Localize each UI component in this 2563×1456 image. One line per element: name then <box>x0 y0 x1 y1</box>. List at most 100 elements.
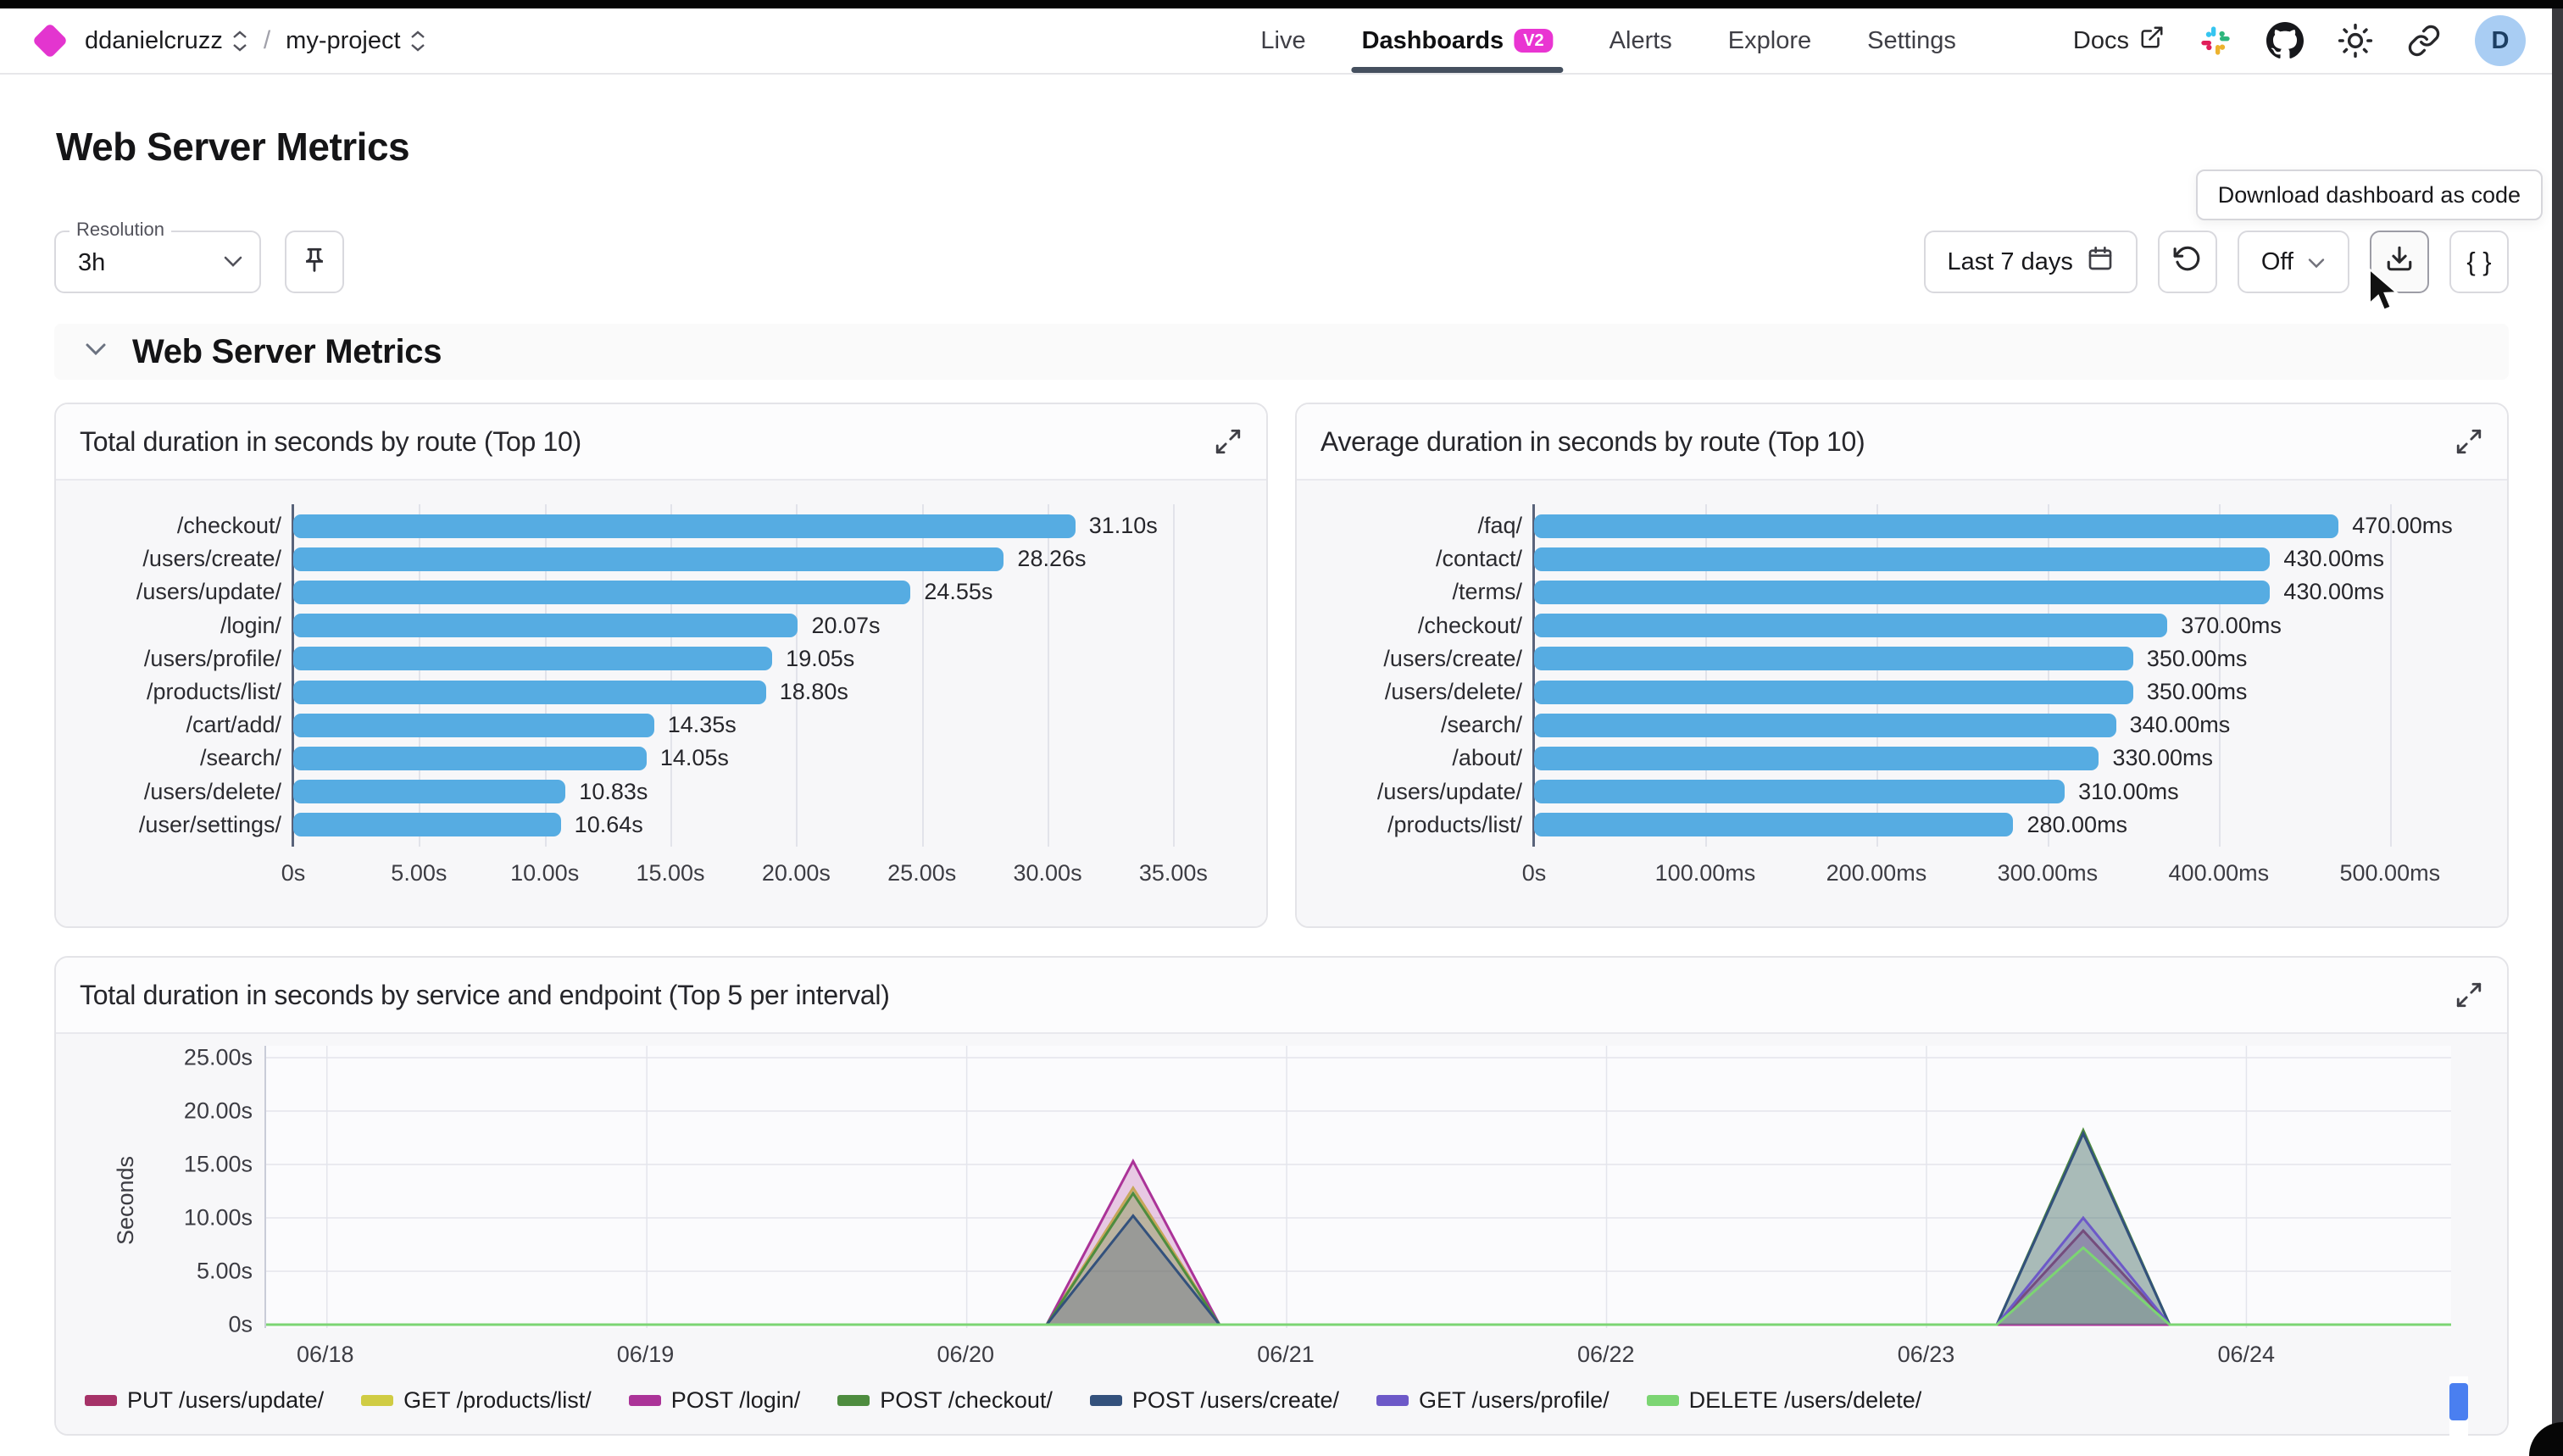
bar-value-label: 19.05s <box>786 646 854 672</box>
bar[interactable] <box>293 813 561 836</box>
bar-value-label: 430.00ms <box>2283 546 2384 572</box>
legend-item[interactable]: PUT /users/update/ <box>85 1387 324 1414</box>
panel-title: Average duration in seconds by route (To… <box>1320 426 1865 458</box>
bar[interactable] <box>293 581 910 604</box>
pin-icon <box>300 246 329 279</box>
bar[interactable] <box>1534 514 2338 538</box>
tab-dashboards[interactable]: Dashboards V2 <box>1362 8 1554 73</box>
bar[interactable] <box>1534 714 2116 737</box>
bar-row: /search/14.05s <box>293 742 1226 775</box>
bar-category-label: /login/ <box>59 613 281 639</box>
dashboard-toolbar: Resolution 3h Last 7 days Off <box>54 227 2509 293</box>
share-link-icon[interactable] <box>2407 24 2441 58</box>
expand-panel-icon[interactable] <box>2455 981 2483 1009</box>
bar-value-label: 340.00ms <box>2130 712 2231 738</box>
plot-area: /faq/470.00ms/contact/430.00ms/terms/430… <box>1534 509 2466 842</box>
bar-value-label: 14.35s <box>668 712 737 738</box>
x-tick-label: 06/23 <box>1898 1342 1955 1368</box>
tab-settings[interactable]: Settings <box>1867 8 1956 73</box>
bar[interactable] <box>1534 614 2167 637</box>
bar-category-label: /users/update/ <box>59 579 281 605</box>
legend-item[interactable]: POST /checkout/ <box>837 1387 1053 1414</box>
bar[interactable] <box>293 681 766 704</box>
legend-scrollbar-thumb[interactable] <box>2449 1383 2468 1420</box>
bar-category-label: /users/update/ <box>1300 779 1522 805</box>
bar[interactable] <box>293 780 565 803</box>
user-avatar[interactable]: D <box>2475 15 2526 66</box>
expand-panel-icon[interactable] <box>2455 427 2483 456</box>
y-tick-label: 5.00s <box>197 1259 253 1285</box>
bar-category-label: /contact/ <box>1300 546 1522 572</box>
github-icon[interactable] <box>2266 22 2304 59</box>
area-chart-canvas[interactable] <box>266 1046 2451 1328</box>
bar[interactable] <box>293 547 1004 571</box>
bar-category-label: /users/create/ <box>59 546 281 572</box>
y-axis-label: Seconds <box>113 1155 139 1244</box>
project-selector[interactable]: my-project <box>286 27 425 55</box>
bar[interactable] <box>1534 813 2013 836</box>
x-tick-label: 35.00s <box>1139 860 1208 886</box>
app-logo-icon[interactable] <box>32 23 68 58</box>
window-top-strip <box>0 0 2563 8</box>
chevron-updown-icon <box>231 30 248 53</box>
code-view-button[interactable]: { } <box>2449 231 2509 293</box>
legend-item[interactable]: POST /users/create/ <box>1090 1387 1339 1414</box>
y-tick-label: 15.00s <box>184 1152 253 1178</box>
x-tick-label: 500.00ms <box>2340 860 2441 886</box>
tab-alerts[interactable]: Alerts <box>1610 8 1672 73</box>
refresh-button[interactable] <box>2158 231 2217 293</box>
tab-explore[interactable]: Explore <box>1728 8 1811 73</box>
x-tick-label: 06/24 <box>2217 1342 2275 1368</box>
legend-item[interactable]: DELETE /users/delete/ <box>1647 1387 1922 1414</box>
legend-item[interactable]: POST /login/ <box>629 1387 801 1414</box>
resolution-select[interactable]: Resolution 3h <box>54 231 261 293</box>
auto-refresh-select[interactable]: Off <box>2238 231 2349 293</box>
bar[interactable] <box>293 747 647 770</box>
theme-toggle-sun-icon[interactable] <box>2338 23 2373 58</box>
pin-resolution-button[interactable] <box>285 231 344 293</box>
bar[interactable] <box>1534 581 2270 604</box>
bar-category-label: /users/profile/ <box>59 646 281 672</box>
org-name: ddanielcruzz <box>85 27 223 55</box>
bar[interactable] <box>1534 647 2133 670</box>
tab-live[interactable]: Live <box>1260 8 1305 73</box>
project-name: my-project <box>286 27 400 55</box>
bar-category-label: /faq/ <box>1300 513 1522 539</box>
docs-link[interactable]: Docs <box>2073 25 2165 57</box>
legend-item[interactable]: GET /users/profile/ <box>1376 1387 1610 1414</box>
y-tick-label: 0s <box>228 1312 253 1338</box>
calendar-icon <box>2087 245 2114 279</box>
legend-item[interactable]: GET /products/list/ <box>361 1387 592 1414</box>
resolution-label: Resolution <box>69 219 171 241</box>
x-tick-label: 100.00ms <box>1655 860 1756 886</box>
bar[interactable] <box>293 514 1076 538</box>
legend-swatch <box>361 1395 393 1406</box>
bar-category-label: /products/list/ <box>59 679 281 705</box>
bar-category-label: /users/create/ <box>1300 646 1522 672</box>
bar[interactable] <box>1534 547 2270 571</box>
bar-value-label: 310.00ms <box>2078 779 2179 805</box>
time-range-button[interactable]: Last 7 days <box>1924 231 2138 293</box>
plot-area: Seconds 0s5.00s10.00s15.00s20.00s25.00s <box>264 1046 2451 1328</box>
x-tick-label: 25.00s <box>887 860 956 886</box>
section-header[interactable]: Web Server Metrics <box>54 324 2509 380</box>
org-selector[interactable]: ddanielcruzz <box>85 27 248 55</box>
bar-row: /cart/add/14.35s <box>293 709 1226 742</box>
bar-row: /faq/470.00ms <box>1534 509 2466 542</box>
panel-average-duration-by-route: Average duration in seconds by route (To… <box>1295 403 2509 928</box>
bar[interactable] <box>293 614 798 637</box>
hbar-chart: /checkout/31.10s/users/create/28.26s/use… <box>56 481 1266 926</box>
expand-panel-icon[interactable] <box>1214 427 1243 456</box>
x-tick-label: 30.00s <box>1014 860 1082 886</box>
area-chart: Seconds 0s5.00s10.00s15.00s20.00s25.00s … <box>56 1034 2507 1434</box>
slack-icon[interactable] <box>2199 24 2232 58</box>
bar[interactable] <box>1534 747 2099 770</box>
legend-swatch <box>1090 1395 1122 1406</box>
bar[interactable] <box>1534 780 2065 803</box>
bar-value-label: 10.83s <box>579 779 648 805</box>
bar[interactable] <box>1534 681 2133 704</box>
refresh-icon <box>2173 244 2202 280</box>
page-scrollbar[interactable] <box>2552 8 2563 1456</box>
bar[interactable] <box>293 714 654 737</box>
bar[interactable] <box>293 647 772 670</box>
